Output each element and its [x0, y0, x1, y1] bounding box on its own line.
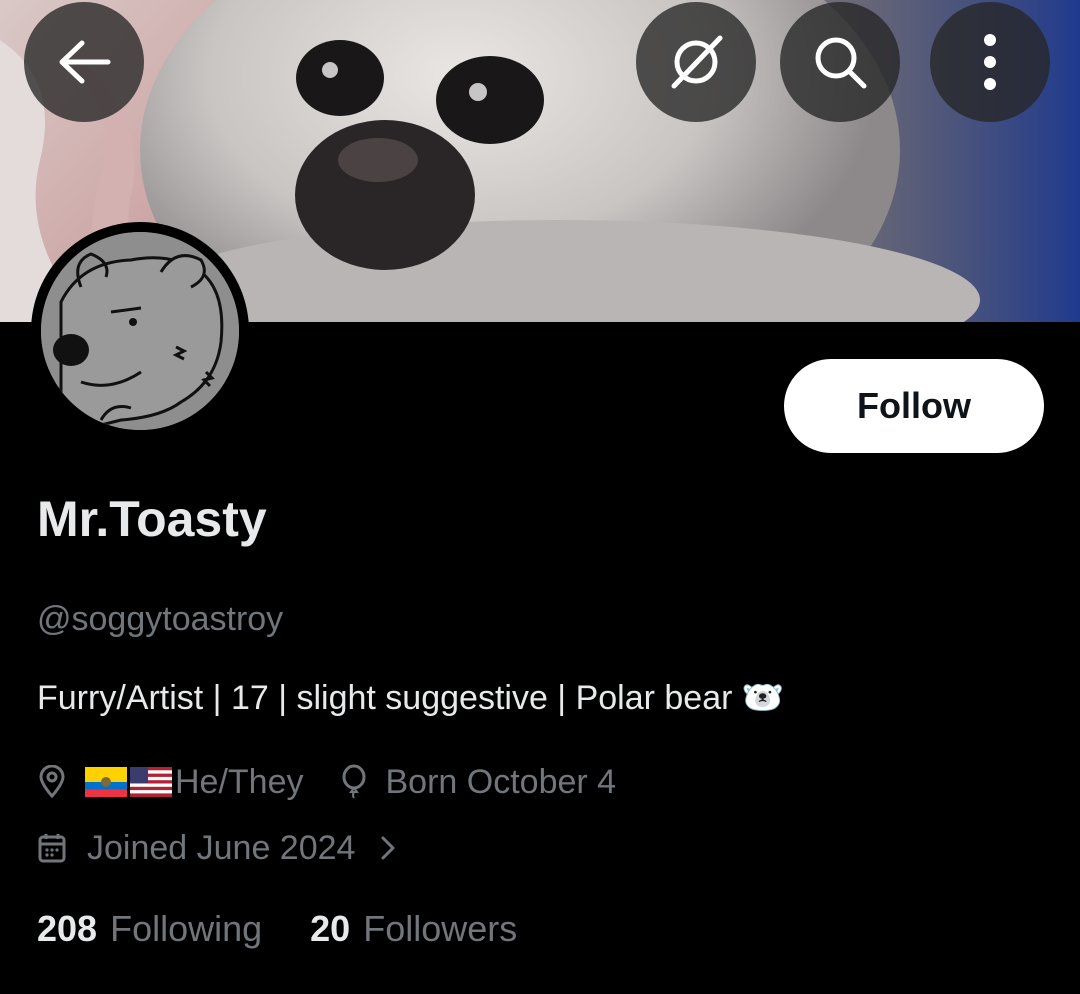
search-icon: [810, 32, 870, 92]
user-handle: @soggytoastroy: [37, 600, 284, 638]
follow-stats: 208 Following 20 Followers: [37, 908, 517, 950]
more-vertical-icon: [980, 32, 1000, 92]
location-text: He/They: [175, 762, 304, 801]
grok-slash-icon: [666, 32, 726, 92]
grok-button[interactable]: [636, 2, 756, 122]
joined-row[interactable]: Joined June 2024: [37, 826, 397, 870]
chevron-right-icon[interactable]: [379, 834, 397, 862]
profile-bio: Furry/Artist | 17 | slight suggestive | …: [37, 679, 785, 717]
birthday-text: Born October 4: [385, 762, 617, 801]
joined-text: Joined June 2024: [87, 828, 356, 867]
location-pin-icon: [37, 765, 67, 799]
avatar-image: [41, 232, 239, 430]
follow-button[interactable]: Follow: [784, 359, 1044, 453]
back-button[interactable]: [24, 2, 144, 122]
more-options-button[interactable]: [930, 2, 1050, 122]
search-button[interactable]: [780, 2, 900, 122]
usa-flag-icon: [130, 767, 172, 797]
display-name: Mr.Toasty: [37, 491, 267, 547]
profile-avatar[interactable]: [31, 222, 249, 440]
following-stat[interactable]: 208 Following: [37, 908, 262, 950]
following-label: Following: [110, 908, 263, 949]
location-flags: [85, 767, 175, 797]
balloon-icon: [340, 764, 368, 800]
followers-stat[interactable]: 20 Followers: [310, 908, 517, 950]
profile-meta-row: He/They Born October 4: [37, 760, 616, 804]
calendar-icon: [37, 832, 67, 864]
ecuador-flag-icon: [85, 767, 127, 797]
followers-count: 20: [310, 908, 351, 949]
following-count: 208: [37, 908, 98, 949]
followers-label: Followers: [363, 908, 518, 949]
arrow-left-icon: [56, 38, 112, 86]
